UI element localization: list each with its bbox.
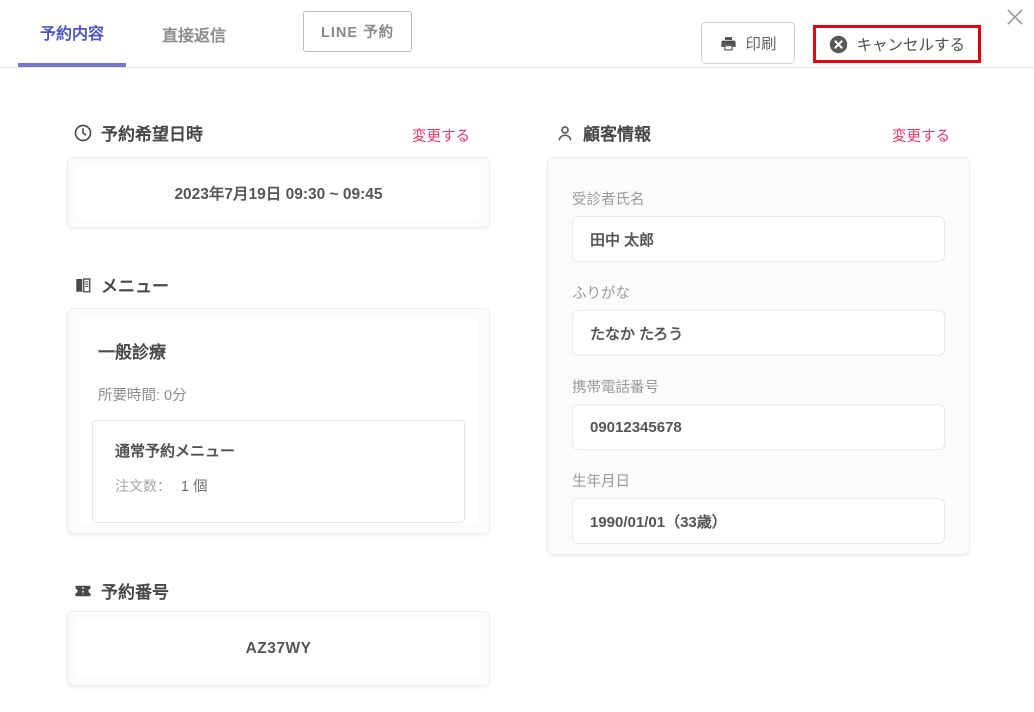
field-label: 携帯電話番号: [572, 376, 945, 397]
menu-duration: 所要時間: 0分: [98, 384, 465, 405]
change-datetime-link[interactable]: 変更する: [412, 125, 470, 146]
datetime-section-header: 予約希望日時: [74, 120, 203, 145]
field-mobile-phone: 携帯電話番号 09012345678: [572, 376, 945, 450]
printer-icon: [720, 35, 737, 52]
order-count-value: 1 個: [181, 479, 208, 495]
number-section-title: 予約番号: [101, 578, 169, 603]
field-label: 生年月日: [572, 470, 945, 491]
datetime-section-title: 予約希望日時: [101, 120, 203, 145]
x-circle-icon: [829, 35, 848, 54]
submenu-name: 通常予約メニュー: [115, 440, 442, 461]
print-button[interactable]: 印刷: [701, 22, 795, 64]
order-count-label: 注文数：: [115, 478, 171, 494]
order-count: 注文数： 1 個: [115, 475, 442, 496]
print-button-label: 印刷: [745, 32, 776, 54]
number-section-header: 予約番号: [74, 578, 169, 603]
tab-direct-reply[interactable]: 直接返信: [140, 0, 248, 67]
line-reservation-button[interactable]: LINE 予約: [303, 11, 412, 52]
field-value: たなか たろう: [572, 310, 945, 356]
datetime-card: 2023年7月19日 09:30 ~ 09:45: [67, 157, 490, 228]
tabbar-spacer: [412, 0, 701, 67]
menu-section-header: メニュー: [74, 272, 169, 297]
datetime-value: 2023年7月19日 09:30 ~ 09:45: [76, 166, 481, 219]
menu-panel: 一般診療 所要時間: 0分 通常予約メニュー 注文数： 1 個: [79, 318, 478, 524]
customer-section-header: 顧客情報: [556, 120, 651, 145]
field-label: ふりがな: [572, 282, 945, 303]
reservation-number-value: AZ37WY: [76, 620, 481, 677]
tab-reservation-content[interactable]: 予約内容: [18, 0, 126, 67]
person-icon: [556, 124, 574, 142]
ticket-icon: [74, 582, 92, 600]
change-customer-link[interactable]: 変更する: [892, 125, 950, 146]
menu-card: 一般診療 所要時間: 0分 通常予約メニュー 注文数： 1 個: [67, 308, 490, 534]
book-icon: [74, 276, 92, 294]
customer-card: 受診者氏名 田中 太郎 ふりがな たなか たろう 携帯電話番号 09012345…: [547, 157, 970, 555]
number-card: AZ37WY: [67, 611, 490, 686]
field-value: 田中 太郎: [572, 216, 945, 262]
customer-section-title: 顧客情報: [583, 120, 651, 145]
tab-bar: 予約内容 直接返信 LINE 予約 印刷 キャンセルする: [0, 0, 1034, 68]
reservation-detail-modal: 予約内容 直接返信 LINE 予約 印刷 キャンセルする: [0, 0, 1034, 712]
cancel-reservation-button[interactable]: キャンセルする: [813, 25, 981, 63]
field-furigana: ふりがな たなか たろう: [572, 282, 945, 356]
field-label: 受診者氏名: [572, 188, 945, 209]
field-value: 09012345678: [572, 404, 945, 450]
close-icon[interactable]: [1005, 7, 1025, 27]
menu-section-title: メニュー: [101, 272, 169, 297]
field-birthdate: 生年月日 1990/01/01（33歳）: [572, 470, 945, 544]
menu-item-name: 一般診療: [98, 338, 465, 363]
submenu-box: 通常予約メニュー 注文数： 1 個: [92, 420, 465, 523]
clock-icon: [74, 124, 92, 142]
field-patient-name: 受診者氏名 田中 太郎: [572, 188, 945, 262]
cancel-button-label: キャンセルする: [856, 33, 965, 55]
field-value: 1990/01/01（33歳）: [572, 498, 945, 544]
